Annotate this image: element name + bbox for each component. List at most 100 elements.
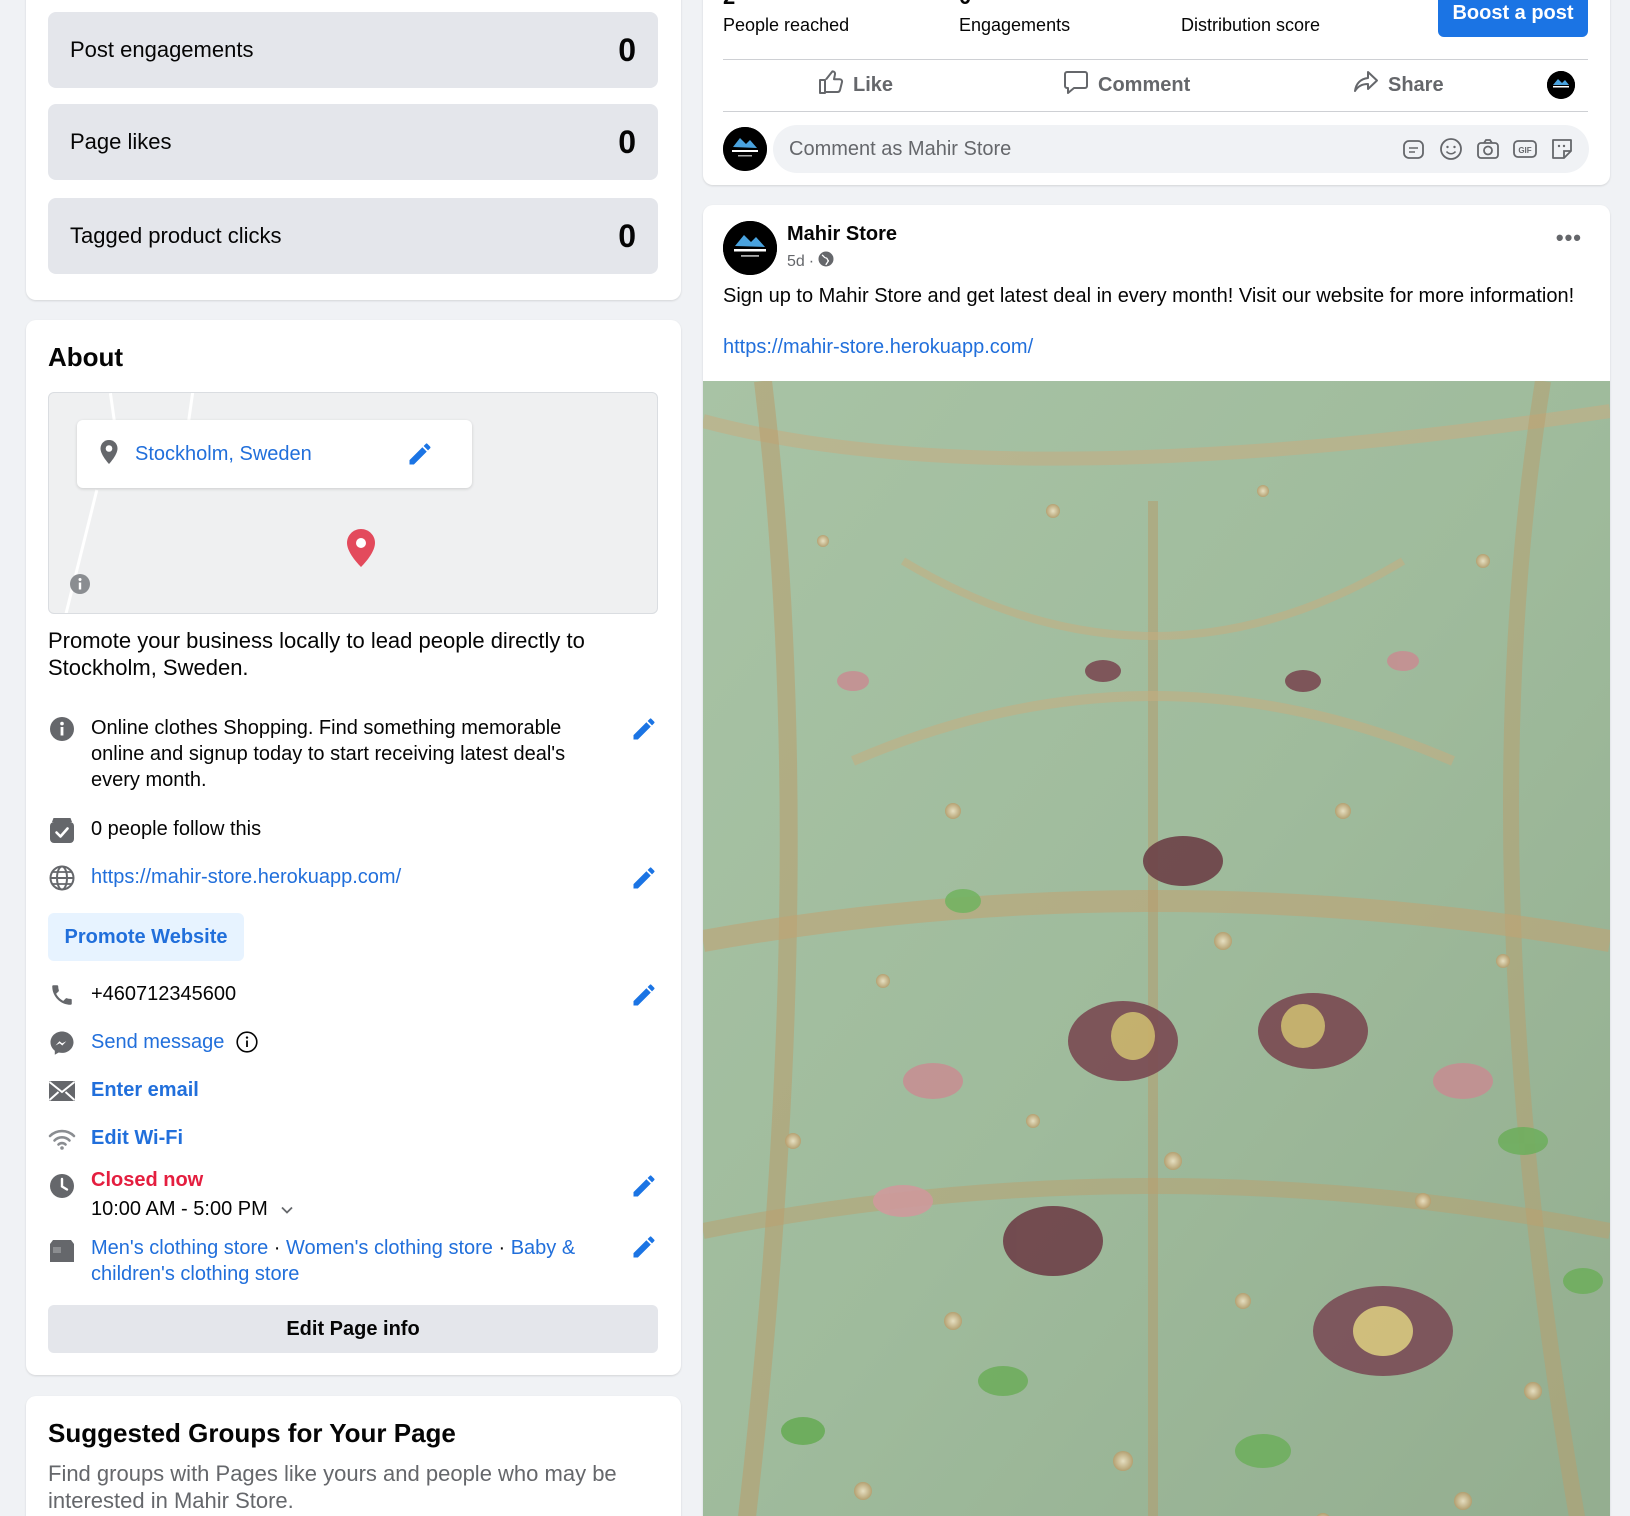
comment-icon (1063, 69, 1089, 101)
suggested-groups-card: Suggested Groups for Your Page Find grou… (26, 1396, 681, 1516)
send-message-row: Send message (48, 1029, 658, 1058)
hours-block: Closed now 10:00 AM - 5:00 PM (91, 1167, 294, 1225)
time-separator: · (808, 252, 815, 270)
wifi-icon (48, 1125, 76, 1153)
suggested-groups-title: Suggested Groups for Your Page (48, 1418, 456, 1448)
comment-button[interactable]: Comment (1063, 65, 1190, 105)
emoji-icon[interactable] (1438, 136, 1464, 167)
info-icon[interactable] (69, 573, 91, 600)
sticker-icon[interactable] (1401, 136, 1427, 167)
hours-row: Closed now 10:00 AM - 5:00 PM (48, 1167, 658, 1225)
description-row: Online clothes Shopping. Find something … (48, 715, 658, 793)
comment-icons: GIF (1401, 136, 1575, 167)
share-label: Share (1388, 73, 1444, 96)
camera-icon[interactable] (1475, 136, 1501, 167)
website-link[interactable]: https://mahir-store.herokuapp.com/ (91, 864, 401, 890)
categories-text: Men's clothing store · Women's clothing … (91, 1235, 591, 1287)
post-image[interactable] (703, 381, 1610, 1516)
location-icon (97, 439, 121, 470)
engagements-value: 0 (959, 0, 971, 10)
wifi-row: Edit Wi-Fi (48, 1125, 658, 1153)
stat-value: 0 (618, 217, 636, 254)
chevron-down-icon (280, 1193, 294, 1225)
category-link-mens[interactable]: Men's clothing store (91, 1237, 268, 1259)
divider (723, 111, 1588, 112)
insights-card: Post engagements 0 Page likes 0 Tagged p… (26, 0, 681, 300)
promote-locally-text: Promote your business locally to lead pe… (48, 628, 585, 680)
stat-label: Page likes (70, 129, 172, 154)
location-map[interactable]: Stockholm, Sweden (48, 392, 658, 614)
stat-value: 0 (618, 123, 636, 160)
email-row: Enter email (48, 1077, 658, 1105)
email-icon (48, 1077, 76, 1105)
post-time-row: 5d · (787, 251, 834, 272)
post-card: Mahir Store 5d · ••• Sign up to Mahir St… (703, 205, 1610, 1516)
boost-post-button[interactable]: Boost a post (1438, 0, 1588, 37)
website-row: https://mahir-store.herokuapp.com/ (48, 864, 658, 892)
stat-post-engagements[interactable]: Post engagements 0 (48, 12, 658, 88)
stat-tagged-product-clicks[interactable]: Tagged product clicks 0 (48, 198, 658, 274)
engagements-label: Engagements (959, 15, 1071, 35)
stat-label: Tagged product clicks (70, 223, 282, 248)
phone-row: +460712345600 (48, 981, 658, 1009)
globe-small-icon (818, 251, 834, 272)
post-author[interactable]: Mahir Store (787, 223, 897, 246)
gif-icon[interactable]: GIF (1512, 136, 1538, 167)
about-title: About (48, 342, 124, 372)
stat-label: Post engagements (70, 37, 254, 62)
stat-page-likes[interactable]: Page likes 0 (48, 104, 658, 180)
comment-placeholder: Comment as Mahir Store (789, 137, 1012, 160)
avatar[interactable] (723, 221, 777, 275)
post-link[interactable]: https://mahir-store.herokuapp.com/ (723, 336, 1033, 359)
edit-page-info-button[interactable]: Edit Page info (48, 1305, 658, 1353)
info-icon[interactable] (236, 1031, 259, 1058)
hours-text: 10:00 AM - 5:00 PM (91, 1198, 268, 1220)
avatar (723, 127, 767, 171)
share-button[interactable]: Share (1353, 65, 1444, 105)
phone-icon (48, 981, 76, 1009)
pencil-icon[interactable] (630, 981, 658, 1014)
category-icon (48, 1237, 76, 1265)
page-description: Online clothes Shopping. Find something … (91, 717, 566, 791)
category-link-womens[interactable]: Women's clothing store (286, 1237, 493, 1259)
divider (723, 59, 1588, 60)
pencil-icon[interactable] (630, 864, 658, 897)
phone-number: +460712345600 (91, 983, 237, 1005)
like-icon (818, 69, 844, 101)
followers-count: 0 people follow this (91, 818, 262, 840)
map-pin-icon (345, 528, 377, 573)
enter-email-link[interactable]: Enter email (91, 1077, 199, 1103)
map-location-text[interactable]: Stockholm, Sweden (135, 443, 312, 466)
category-separator: · (268, 1237, 287, 1259)
pencil-icon[interactable] (630, 1233, 658, 1266)
followers-row: 0 people follow this (48, 816, 658, 844)
comment-label: Comment (1098, 73, 1191, 96)
hours-status: Closed now (91, 1169, 204, 1191)
share-icon (1353, 69, 1379, 101)
stat-value: 0 (618, 31, 636, 68)
more-icon[interactable]: ••• (1556, 225, 1582, 251)
info-icon (48, 715, 76, 743)
pencil-icon[interactable] (630, 715, 658, 748)
messenger-icon (48, 1029, 76, 1057)
distribution-score-label: Distribution score (1181, 15, 1321, 35)
like-button[interactable]: Like (818, 65, 893, 105)
post-time[interactable]: 5d (787, 253, 805, 271)
avatar-sticker-icon[interactable] (1549, 136, 1575, 167)
send-message-link[interactable]: Send message (91, 1029, 224, 1055)
comment-input[interactable]: Comment as Mahir Store GIF (773, 125, 1589, 173)
pencil-icon[interactable] (406, 440, 434, 473)
promote-website-button[interactable]: Promote Website (48, 913, 244, 961)
map-road (108, 393, 117, 424)
hours-dropdown[interactable]: 10:00 AM - 5:00 PM (91, 1193, 294, 1225)
follow-icon (48, 816, 76, 844)
edit-wifi-link[interactable]: Edit Wi-Fi (91, 1125, 183, 1151)
post-insights-card: 2 People reached 0 Engagements – Distrib… (703, 0, 1610, 185)
map-location-box[interactable]: Stockholm, Sweden (77, 420, 472, 488)
pencil-icon[interactable] (630, 1172, 658, 1205)
clock-icon (48, 1172, 76, 1200)
svg-text:GIF: GIF (1518, 146, 1531, 155)
avatar[interactable] (1547, 71, 1575, 99)
people-reached-label: People reached (723, 15, 850, 35)
about-card: About Stockholm, Sweden Promote your bus… (26, 320, 681, 1375)
